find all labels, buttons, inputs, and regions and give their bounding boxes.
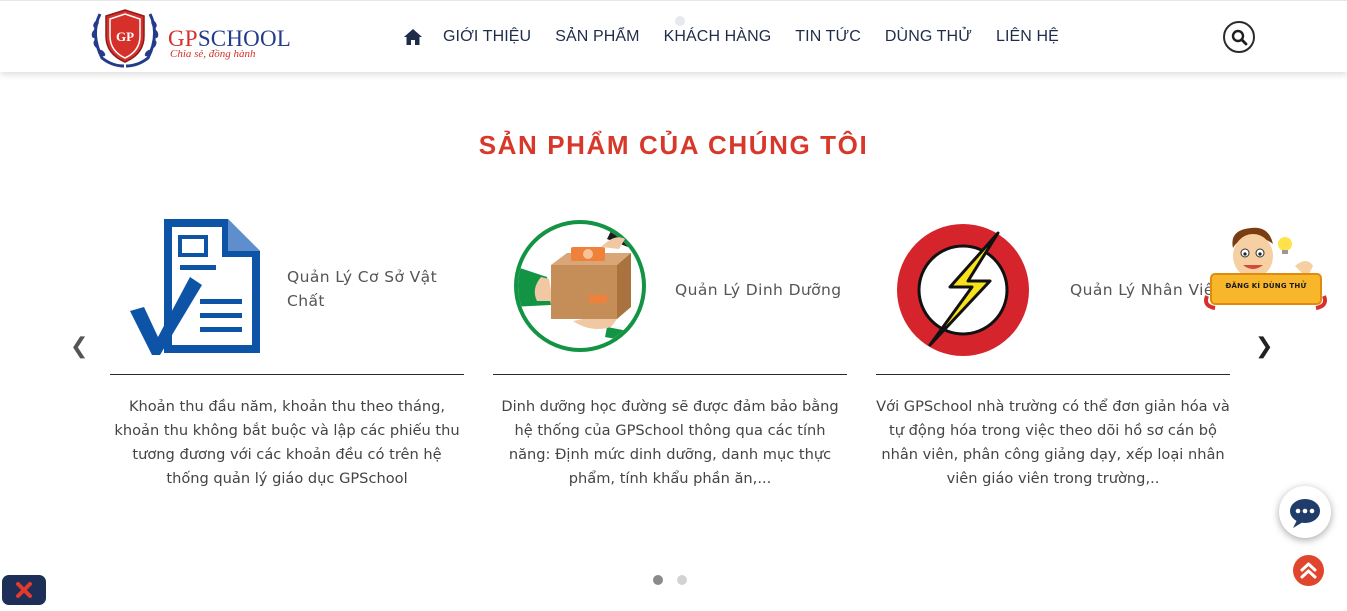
carousel-prev-button[interactable]: ❮: [70, 334, 88, 359]
section-title: SẢN PHẨM CỦA CHÚNG TÔI: [478, 130, 869, 160]
nav-item-trial[interactable]: DÙNG THỬ: [885, 28, 972, 46]
carousel-pagination: [653, 575, 701, 585]
product-card-title: Quản Lý Cơ Sở Vật Chất: [287, 268, 438, 310]
carousel-next-button[interactable]: ❯: [1255, 334, 1273, 359]
product-card-description: Với GPSchool nhà trường có thể đơn giản …: [876, 398, 1230, 487]
trial-signup-badge[interactable]: ĐĂNG KÍ DÙNG THỬ: [1203, 226, 1328, 310]
logo-emblem-icon: GP: [91, 9, 159, 68]
close-icon: [16, 582, 32, 598]
card-divider: [493, 374, 847, 375]
back-to-top-button[interactable]: [1293, 555, 1324, 586]
logo-tagline: Chia sẻ, đồng hành: [170, 48, 256, 60]
document-check-icon: [130, 219, 260, 355]
nav-item-products[interactable]: SẢN PHẨM: [555, 28, 639, 46]
lightning-bolt-icon: [897, 224, 1029, 356]
chat-bubble-icon: [1290, 499, 1320, 528]
search-button[interactable]: [1223, 21, 1255, 53]
svg-text:GP: GP: [116, 29, 134, 44]
card-divider: [110, 374, 464, 375]
mascot-icon: [1204, 227, 1327, 310]
nav-item-customers[interactable]: KHÁCH HÀNG: [664, 28, 772, 46]
nav-item-contact[interactable]: LIÊN HỆ: [996, 28, 1059, 46]
nav-item-news[interactable]: TIN TỨC: [795, 28, 861, 46]
main-nav: GIỚI THIỆU SẢN PHẨM KHÁCH HÀNG TIN TỨC D…: [403, 24, 1059, 50]
carousel-dot-1[interactable]: [653, 575, 663, 585]
product-card-title: Quản Lý Dinh Dưỡng: [675, 281, 842, 299]
logo[interactable]: GP GPSCHOOL Chia sẻ, đồng hành: [86, 6, 291, 68]
double-chevron-up-icon: [1300, 562, 1317, 579]
delivery-box-icon: [514, 220, 646, 352]
chat-button[interactable]: [1279, 486, 1331, 538]
product-card-description: Dinh dưỡng học đường sẽ được đảm bảo bằn…: [501, 398, 839, 487]
card-divider: [876, 374, 1230, 375]
product-card-description: Khoản thu đầu năm, khoản thu theo tháng,…: [114, 398, 460, 487]
site-header: GP GPSCHOOL Chia sẻ, đồng hành GIỚI THIỆ…: [0, 0, 1347, 72]
nav-item-about[interactable]: GIỚI THIỆU: [443, 28, 531, 46]
home-icon[interactable]: [403, 28, 423, 46]
search-icon: [1231, 29, 1248, 46]
trial-signup-label: ĐĂNG KÍ DÙNG THỬ: [1225, 282, 1307, 290]
close-button[interactable]: [2, 575, 46, 605]
carousel-dot-2[interactable]: [677, 575, 687, 585]
